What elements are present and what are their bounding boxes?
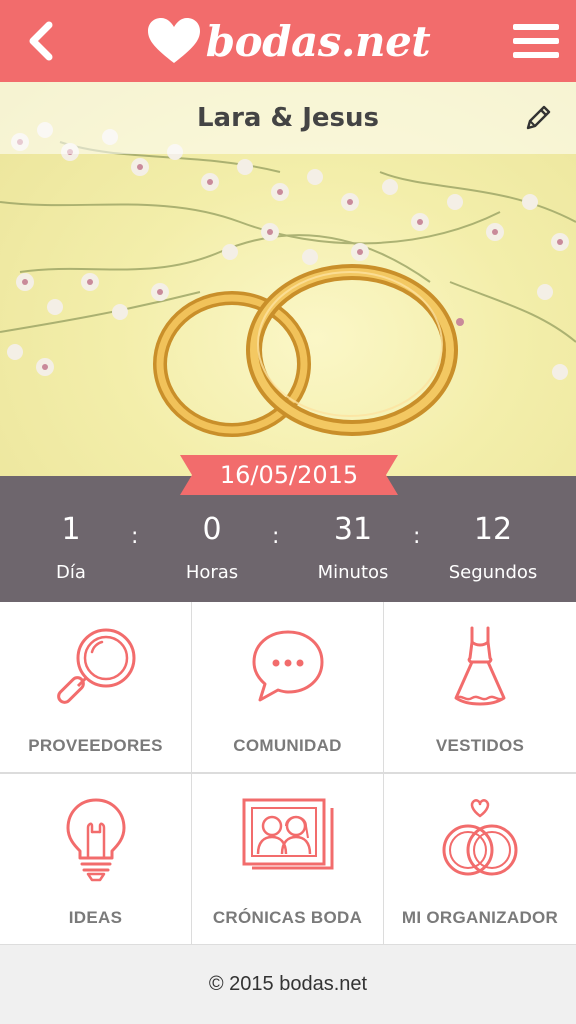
wedding-date: 16/05/2015 [219,461,359,489]
countdown-days: 1 Día [1,512,141,583]
menu-tile-cronicas-boda[interactable]: CRÓNICAS BODA [192,774,383,944]
top-navigation-bar: bodas.net [0,0,576,82]
chat-bubble-icon [252,630,323,702]
footer: © 2015 bodas.net [0,944,576,1024]
main-menu-grid: PROVEEDORES COMUNIDAD VESTIDOS IDEAS CRÓ… [0,602,576,944]
countdown-separator: : [131,524,139,549]
lightbulb-icon [66,798,125,882]
back-button[interactable] [0,0,80,82]
hamburger-menu-icon [512,24,559,58]
countdown-minutes-label: Minutos [317,562,389,583]
menu-tile-vestidos[interactable]: VESTIDOS [384,602,576,772]
countdown-days-label: Día [56,562,86,583]
countdown-hours: 0 Horas [142,512,282,583]
countdown-seconds-label: Segundos [448,562,538,583]
chevron-left-icon [29,21,53,61]
countdown-hours-value: 0 [202,512,222,547]
countdown-separator: : [413,524,421,549]
countdown-separator: : [272,524,280,549]
couple-name: Lara & Jesus [196,103,380,133]
menu-tile-comunidad[interactable]: COMUNIDAD [192,602,383,772]
menu-tile-mi-organizador[interactable]: MI ORGANIZADOR [384,774,576,944]
menu-tile-label: VESTIDOS [435,736,525,755]
countdown-days-value: 1 [61,512,81,547]
wedding-cover-photo: Lara & Jesus [0,82,576,476]
edit-button[interactable] [518,98,558,138]
brand-name: bodas.net [205,16,431,66]
menu-button[interactable] [496,0,576,82]
menu-tile-label: CRÓNICAS BODA [212,908,363,927]
countdown-minutes-value: 31 [333,512,373,547]
couple-title-bar: Lara & Jesus [0,82,576,154]
menu-tile-proveedores[interactable]: PROVEEDORES [0,602,191,772]
countdown-seconds: 12 Segundos [423,512,563,583]
menu-tile-ideas[interactable]: IDEAS [0,774,191,944]
wedding-date-ribbon: 16/05/2015 [180,455,398,495]
menu-tile-label: MI ORGANIZADOR [401,908,559,927]
brand-logo[interactable]: bodas.net [146,16,431,66]
menu-tile-label: PROVEEDORES [28,736,163,755]
dress-icon [454,626,506,706]
rings-heart-icon [442,799,518,876]
pencil-icon [526,105,551,130]
menu-tile-label: COMUNIDAD [233,736,342,755]
countdown-hours-label: Horas [185,562,239,583]
menu-tile-label: IDEAS [68,908,123,927]
heart-logo-icon [147,18,200,63]
magnifier-icon [56,628,135,704]
countdown-minutes: 31 Minutos [283,512,423,583]
copyright-text: © 2015 bodas.net [208,973,368,995]
photo-couple-icon [242,798,333,870]
countdown-seconds-value: 12 [473,512,513,547]
